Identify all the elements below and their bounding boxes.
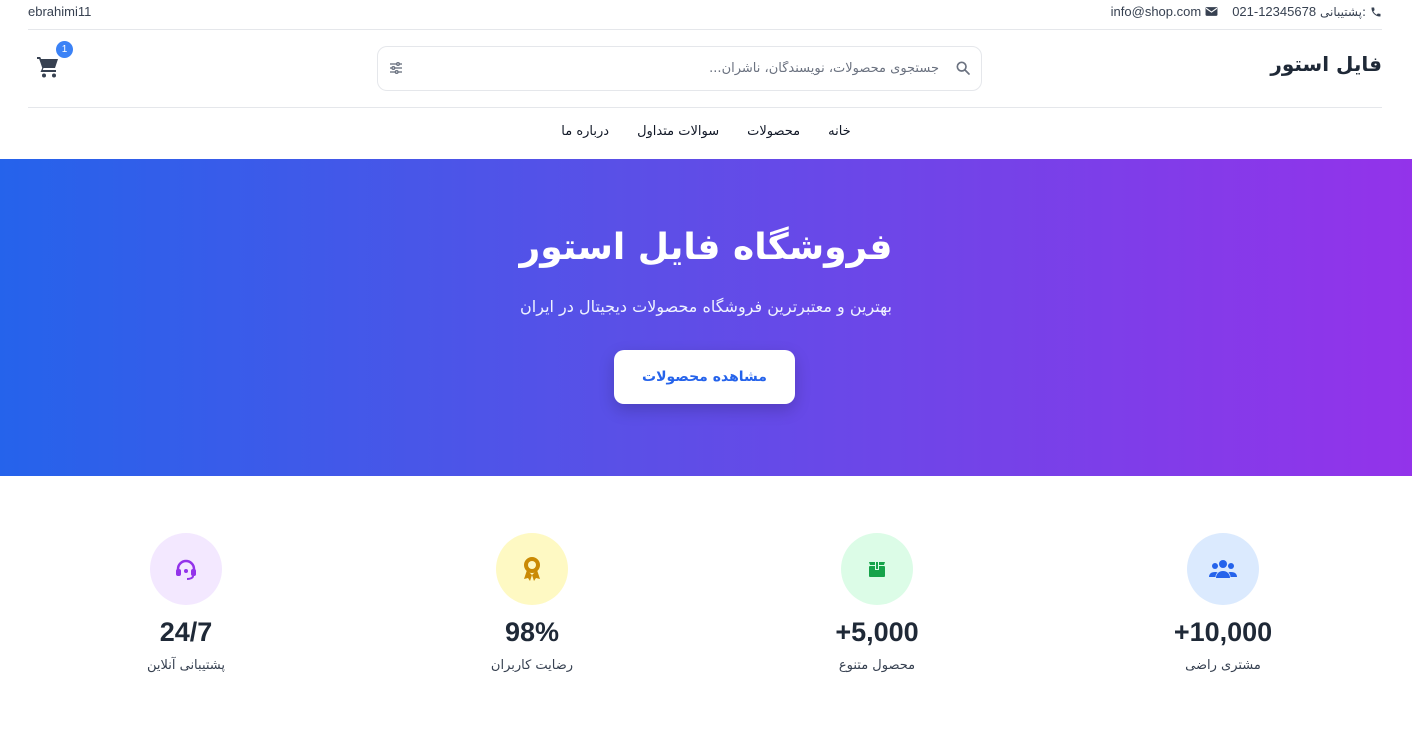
nav-item-home[interactable]: خانه <box>828 124 851 139</box>
stat-value: 98% <box>504 617 560 647</box>
headset-icon <box>174 557 198 581</box>
cart-button[interactable] <box>36 56 62 80</box>
nav-item-about[interactable]: درباره ما <box>561 124 609 139</box>
email-address[interactable]: info@shop.com <box>1111 4 1202 19</box>
nav-item-products[interactable]: محصولات <box>747 124 800 139</box>
award-icon <box>522 556 542 582</box>
hero-banner: فروشگاه فایل استور بهترین و معتبرترین فر… <box>0 159 1412 476</box>
support-phone: پشتیبانی: 021-12345678 <box>1232 4 1382 19</box>
stats-section: +10,000 مشتری راضی +5,000 محصول متنوع 98… <box>0 476 1412 729</box>
phone-icon <box>1370 6 1382 18</box>
stat-label: مشتری راضی <box>1185 658 1261 673</box>
stat-icon-circle <box>150 533 222 605</box>
users-icon <box>1209 558 1237 580</box>
contact-info: پشتیبانی: 021-12345678 info@shop.com <box>1111 4 1382 19</box>
box-icon <box>866 558 888 580</box>
hero-subtitle: بهترین و معتبرترین فروشگاه محصولات دیجیت… <box>520 297 892 316</box>
support-phone-number[interactable]: 021-12345678 <box>1232 4 1316 19</box>
stat-value: 24/7 <box>159 617 213 647</box>
filter-sliders-icon[interactable] <box>388 60 404 76</box>
main-nav: خانه محصولات سوالات متداول درباره ما <box>0 108 1412 159</box>
support-email: info@shop.com <box>1111 4 1219 19</box>
hero-title: فروشگاه فایل استور <box>519 227 893 268</box>
cart-count-badge: 1 <box>56 41 73 58</box>
stat-icon-circle <box>1187 533 1259 605</box>
stat-card-satisfaction: 98% رضایت کاربران <box>432 533 632 673</box>
stat-label: رضایت کاربران <box>490 658 574 673</box>
stat-label: پشتیبانی آنلاین <box>146 658 226 673</box>
view-products-button[interactable]: مشاهده محصولات <box>614 350 795 404</box>
site-logo[interactable]: فایل استور <box>1270 52 1382 76</box>
stat-card-customers: +10,000 مشتری راضی <box>1123 533 1323 673</box>
stat-card-support: 24/7 پشتیبانی آنلاین <box>86 533 286 673</box>
main-header: فایل استور 1 <box>28 30 1382 108</box>
stat-label: محصول متنوع <box>838 658 916 673</box>
stat-value: +10,000 <box>1173 617 1273 647</box>
envelope-icon <box>1205 6 1218 17</box>
support-label: پشتیبانی: <box>1320 4 1366 19</box>
shopping-cart-icon <box>36 56 60 78</box>
top-bar: ebrahimi11 پشتیبانی: 021-12345678 info@s… <box>28 0 1382 30</box>
username[interactable]: ebrahimi11 <box>28 4 91 19</box>
stat-value: +5,000 <box>835 617 919 647</box>
nav-item-faq[interactable]: سوالات متداول <box>637 124 719 139</box>
stat-card-products: +5,000 محصول متنوع <box>777 533 977 673</box>
stat-icon-circle <box>841 533 913 605</box>
search-input[interactable] <box>439 47 939 90</box>
search-icon[interactable] <box>955 60 971 76</box>
search-bar <box>377 46 982 91</box>
stat-icon-circle <box>496 533 568 605</box>
